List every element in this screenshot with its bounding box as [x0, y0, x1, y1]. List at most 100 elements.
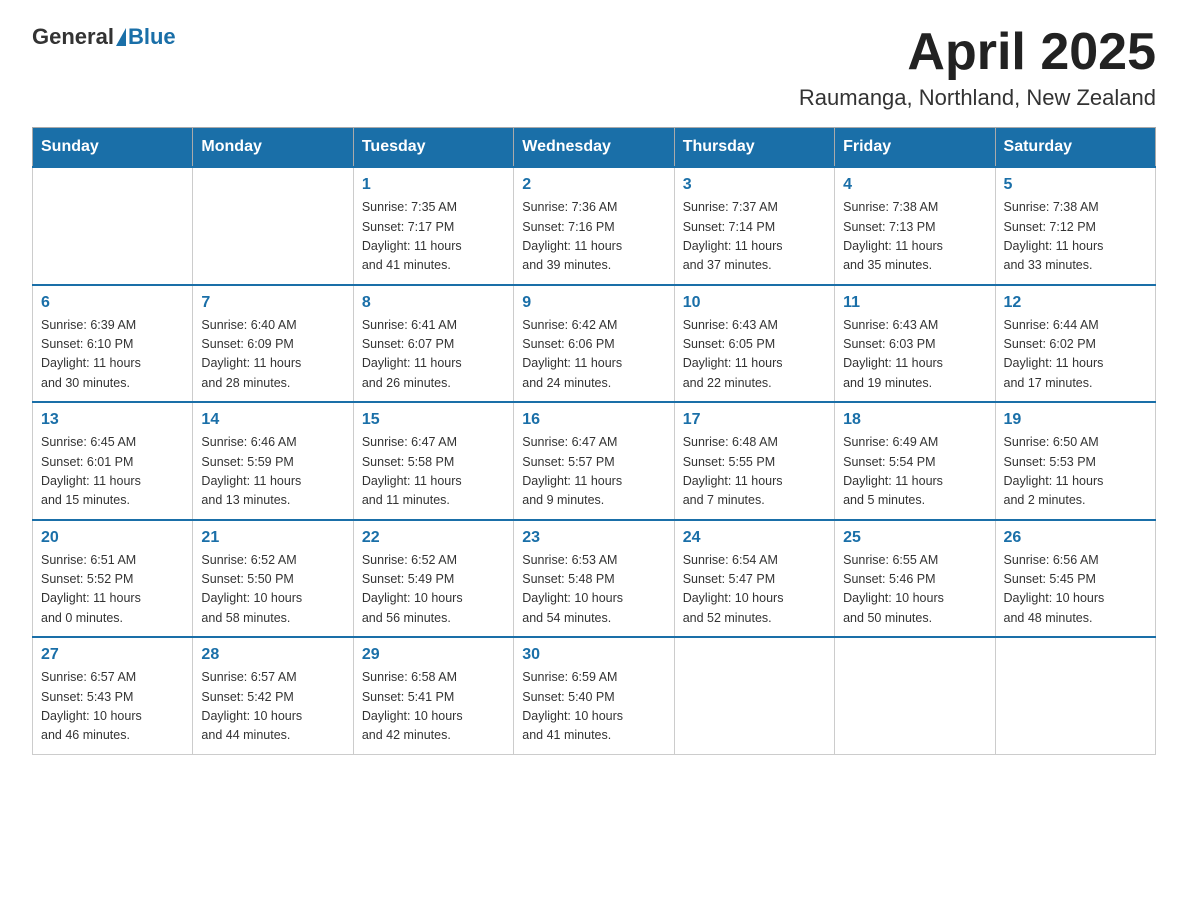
- day-cell: 30 Sunrise: 6:59 AM Sunset: 5:40 PM Dayli…: [514, 637, 674, 754]
- day-number: 2: [522, 176, 665, 194]
- page-header: General Blue April 2025 Raumanga, Northl…: [32, 24, 1156, 111]
- day-info: Sunrise: 6:39 AM Sunset: 6:10 PM Dayligh…: [41, 316, 184, 394]
- day-cell: 2 Sunrise: 7:36 AM Sunset: 7:16 PM Daylig…: [514, 167, 674, 285]
- day-cell: 22Sunrise: 6:52 AM Sunset: 5:49 PM Dayli…: [353, 520, 513, 638]
- day-info: Sunrise: 7:35 AM Sunset: 7:17 PM Dayligh…: [362, 198, 505, 276]
- day-info: Sunrise: 6:44 AM Sunset: 6:02 PM Dayligh…: [1004, 316, 1147, 394]
- day-number: 30: [522, 646, 665, 664]
- day-info: Sunrise: 7:37 AM Sunset: 7:14 PM Dayligh…: [683, 198, 826, 276]
- weekday-header-thursday: Thursday: [674, 128, 834, 168]
- day-number: 7: [201, 294, 344, 312]
- day-cell: [995, 637, 1155, 754]
- day-cell: [835, 637, 995, 754]
- day-number: 13: [41, 411, 184, 429]
- day-number: 27: [41, 646, 184, 664]
- week-row-1: 1 Sunrise: 7:35 AM Sunset: 7:17 PM Daylig…: [33, 167, 1156, 285]
- day-cell: 24 Sunrise: 6:54 AM Sunset: 5:47 PM Dayli…: [674, 520, 834, 638]
- day-number: 23: [522, 529, 665, 547]
- day-cell: 17 Sunrise: 6:48 AM Sunset: 5:55 PM Dayli…: [674, 402, 834, 520]
- day-info: Sunrise: 6:56 AM Sunset: 5:45 PM Dayligh…: [1004, 551, 1147, 629]
- day-cell: [193, 167, 353, 285]
- week-row-5: 27 Sunrise: 6:57 AM Sunset: 5:43 PM Dayli…: [33, 637, 1156, 754]
- day-info: Sunrise: 6:52 AM Sunset: 5:50 PM Dayligh…: [201, 551, 344, 629]
- day-number: 20: [41, 529, 184, 547]
- day-info: Sunrise: 7:38 AM Sunset: 7:12 PM Dayligh…: [1004, 198, 1147, 276]
- week-row-2: 6 Sunrise: 6:39 AM Sunset: 6:10 PM Daylig…: [33, 285, 1156, 403]
- day-number: 26: [1004, 529, 1147, 547]
- day-info: Sunrise: 6:43 AM Sunset: 6:03 PM Dayligh…: [843, 316, 986, 394]
- day-info: Sunrise: 6:42 AM Sunset: 6:06 PM Dayligh…: [522, 316, 665, 394]
- day-info: Sunrise: 6:45 AM Sunset: 6:01 PM Dayligh…: [41, 433, 184, 511]
- day-number: 8: [362, 294, 505, 312]
- week-row-3: 13 Sunrise: 6:45 AM Sunset: 6:01 PM Dayli…: [33, 402, 1156, 520]
- day-info: Sunrise: 6:54 AM Sunset: 5:47 PM Dayligh…: [683, 551, 826, 629]
- day-cell: 5 Sunrise: 7:38 AM Sunset: 7:12 PM Daylig…: [995, 167, 1155, 285]
- day-info: Sunrise: 6:40 AM Sunset: 6:09 PM Dayligh…: [201, 316, 344, 394]
- day-cell: [674, 637, 834, 754]
- day-info: Sunrise: 6:46 AM Sunset: 5:59 PM Dayligh…: [201, 433, 344, 511]
- day-number: 15: [362, 411, 505, 429]
- day-cell: 7 Sunrise: 6:40 AM Sunset: 6:09 PM Daylig…: [193, 285, 353, 403]
- logo: General Blue: [32, 24, 176, 50]
- day-number: 6: [41, 294, 184, 312]
- day-info: Sunrise: 6:55 AM Sunset: 5:46 PM Dayligh…: [843, 551, 986, 629]
- day-cell: 19 Sunrise: 6:50 AM Sunset: 5:53 PM Dayli…: [995, 402, 1155, 520]
- day-cell: 28Sunrise: 6:57 AM Sunset: 5:42 PM Dayli…: [193, 637, 353, 754]
- day-cell: 16Sunrise: 6:47 AM Sunset: 5:57 PM Dayli…: [514, 402, 674, 520]
- day-number: 19: [1004, 411, 1147, 429]
- day-cell: 10 Sunrise: 6:43 AM Sunset: 6:05 PM Dayli…: [674, 285, 834, 403]
- day-number: 1: [362, 176, 505, 194]
- day-number: 22: [362, 529, 505, 547]
- day-number: 3: [683, 176, 826, 194]
- day-number: 4: [843, 176, 986, 194]
- day-info: Sunrise: 6:59 AM Sunset: 5:40 PM Dayligh…: [522, 668, 665, 746]
- day-number: 9: [522, 294, 665, 312]
- day-info: Sunrise: 6:43 AM Sunset: 6:05 PM Dayligh…: [683, 316, 826, 394]
- day-info: Sunrise: 7:38 AM Sunset: 7:13 PM Dayligh…: [843, 198, 986, 276]
- week-row-4: 20 Sunrise: 6:51 AM Sunset: 5:52 PM Dayli…: [33, 520, 1156, 638]
- day-cell: 25 Sunrise: 6:55 AM Sunset: 5:46 PM Dayli…: [835, 520, 995, 638]
- day-number: 14: [201, 411, 344, 429]
- day-number: 11: [843, 294, 986, 312]
- logo-triangle-icon: [116, 28, 126, 46]
- day-cell: 18 Sunrise: 6:49 AM Sunset: 5:54 PM Dayli…: [835, 402, 995, 520]
- day-info: Sunrise: 6:50 AM Sunset: 5:53 PM Dayligh…: [1004, 433, 1147, 511]
- day-number: 29: [362, 646, 505, 664]
- day-info: Sunrise: 7:36 AM Sunset: 7:16 PM Dayligh…: [522, 198, 665, 276]
- day-info: Sunrise: 6:49 AM Sunset: 5:54 PM Dayligh…: [843, 433, 986, 511]
- day-info: Sunrise: 6:48 AM Sunset: 5:55 PM Dayligh…: [683, 433, 826, 511]
- weekday-header-sunday: Sunday: [33, 128, 193, 168]
- logo-general-text: General: [32, 24, 114, 50]
- day-number: 10: [683, 294, 826, 312]
- day-cell: 23Sunrise: 6:53 AM Sunset: 5:48 PM Dayli…: [514, 520, 674, 638]
- day-cell: 15 Sunrise: 6:47 AM Sunset: 5:58 PM Dayli…: [353, 402, 513, 520]
- day-number: 5: [1004, 176, 1147, 194]
- day-cell: 11 Sunrise: 6:43 AM Sunset: 6:03 PM Dayli…: [835, 285, 995, 403]
- weekday-header-saturday: Saturday: [995, 128, 1155, 168]
- day-cell: 13 Sunrise: 6:45 AM Sunset: 6:01 PM Dayli…: [33, 402, 193, 520]
- day-cell: 12Sunrise: 6:44 AM Sunset: 6:02 PM Dayli…: [995, 285, 1155, 403]
- day-cell: 3 Sunrise: 7:37 AM Sunset: 7:14 PM Daylig…: [674, 167, 834, 285]
- day-info: Sunrise: 6:57 AM Sunset: 5:43 PM Dayligh…: [41, 668, 184, 746]
- day-cell: 4 Sunrise: 7:38 AM Sunset: 7:13 PM Daylig…: [835, 167, 995, 285]
- day-number: 21: [201, 529, 344, 547]
- day-cell: 1 Sunrise: 7:35 AM Sunset: 7:17 PM Daylig…: [353, 167, 513, 285]
- day-number: 17: [683, 411, 826, 429]
- day-number: 25: [843, 529, 986, 547]
- weekday-header-wednesday: Wednesday: [514, 128, 674, 168]
- day-info: Sunrise: 6:57 AM Sunset: 5:42 PM Dayligh…: [201, 668, 344, 746]
- month-title: April 2025: [799, 24, 1156, 81]
- day-cell: 21 Sunrise: 6:52 AM Sunset: 5:50 PM Dayli…: [193, 520, 353, 638]
- day-number: 18: [843, 411, 986, 429]
- day-info: Sunrise: 6:47 AM Sunset: 5:58 PM Dayligh…: [362, 433, 505, 511]
- day-info: Sunrise: 6:58 AM Sunset: 5:41 PM Dayligh…: [362, 668, 505, 746]
- day-number: 16: [522, 411, 665, 429]
- day-number: 24: [683, 529, 826, 547]
- day-info: Sunrise: 6:41 AM Sunset: 6:07 PM Dayligh…: [362, 316, 505, 394]
- day-info: Sunrise: 6:51 AM Sunset: 5:52 PM Dayligh…: [41, 551, 184, 629]
- weekday-header-friday: Friday: [835, 128, 995, 168]
- day-cell: 29 Sunrise: 6:58 AM Sunset: 5:41 PM Dayli…: [353, 637, 513, 754]
- location-text: Raumanga, Northland, New Zealand: [799, 85, 1156, 111]
- calendar-table: SundayMondayTuesdayWednesdayThursdayFrid…: [32, 127, 1156, 755]
- logo-blue-text: Blue: [128, 24, 176, 50]
